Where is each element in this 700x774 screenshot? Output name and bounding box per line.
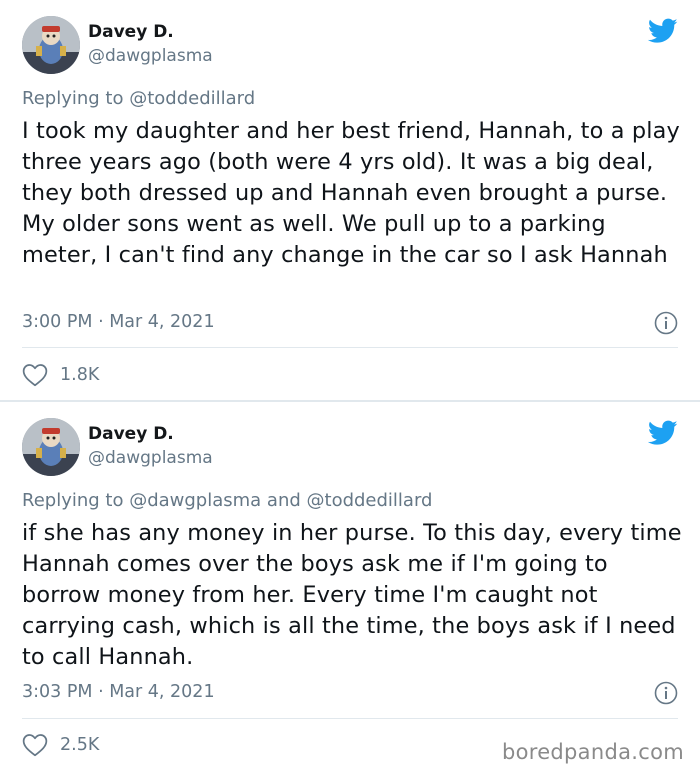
tweet-timestamp[interactable]: 3:00 PM · Mar 4, 2021 [22, 312, 215, 332]
tweet-card-2: Davey D. @dawgplasma Replying to @dawgpl… [0, 402, 700, 774]
like-button[interactable]: 2.5K [22, 733, 99, 757]
avatar-image [22, 16, 80, 74]
tweet-timestamp[interactable]: 3:03 PM · Mar 4, 2021 [22, 682, 215, 702]
heart-icon [22, 364, 48, 387]
author-handle[interactable]: @dawgplasma [88, 448, 213, 468]
tweet-text: if she has any money in her purse. To th… [22, 520, 682, 670]
like-button[interactable]: 1.8K [22, 363, 99, 387]
info-icon[interactable] [654, 311, 678, 335]
twitter-bird-icon[interactable] [648, 420, 678, 446]
tweet-card-1: Davey D. @dawgplasma Replying to @todded… [0, 0, 700, 400]
divider [22, 718, 678, 719]
tweet-text: I took my daughter and her best friend, … [22, 118, 680, 268]
author-handle[interactable]: @dawgplasma [88, 46, 213, 66]
like-count: 1.8K [60, 365, 100, 385]
replying-to[interactable]: Replying to @dawgplasma and @toddedillar… [22, 490, 432, 511]
heart-icon [22, 734, 48, 757]
divider [22, 347, 678, 348]
author-name[interactable]: Davey D. [88, 424, 174, 444]
like-count: 2.5K [60, 735, 100, 755]
avatar[interactable] [22, 16, 80, 74]
replying-to[interactable]: Replying to @toddedillard [22, 88, 255, 109]
twitter-bird-icon[interactable] [648, 18, 678, 44]
avatar[interactable] [22, 418, 80, 476]
info-icon[interactable] [654, 681, 678, 705]
avatar-image [22, 418, 80, 476]
author-name[interactable]: Davey D. [88, 22, 174, 42]
watermark: boredpanda.com [501, 740, 684, 764]
